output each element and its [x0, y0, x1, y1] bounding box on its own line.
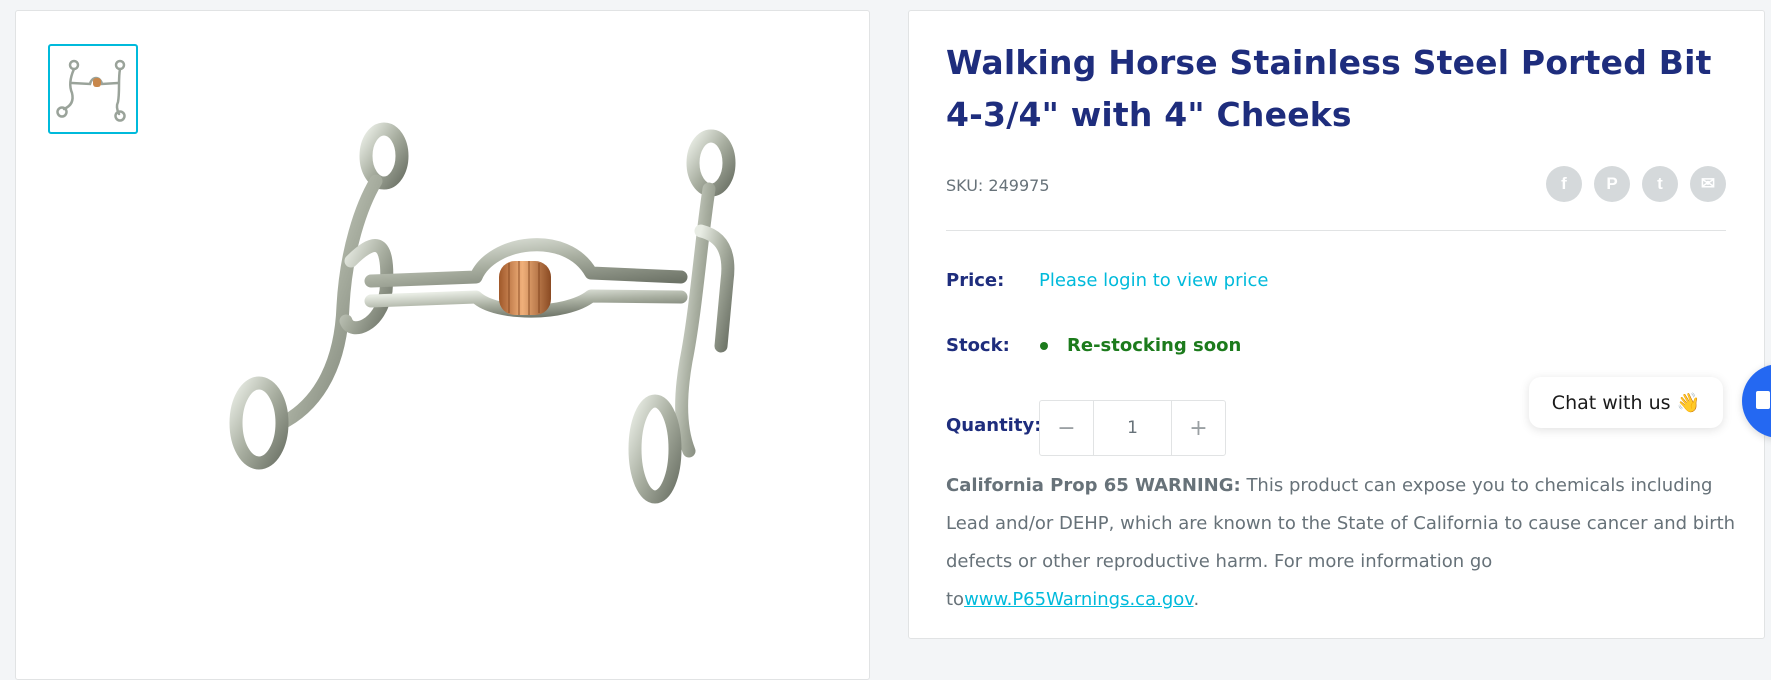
sku-value: 249975 — [988, 176, 1050, 195]
product-main-image — [211, 111, 851, 571]
price-label: Price: — [946, 270, 1005, 291]
quantity-label: Quantity: — [946, 415, 1042, 436]
stock-status-dot — [1040, 342, 1048, 350]
horse-bit-image — [229, 122, 736, 504]
chat-icon — [1756, 391, 1770, 409]
stock-label: Stock: — [946, 335, 1010, 356]
product-gallery — [15, 10, 870, 680]
email-icon[interactable]: ✉ — [1690, 166, 1726, 202]
divider — [946, 230, 1726, 231]
product-sku: SKU: 249975 — [946, 176, 1050, 195]
warning-suffix: . — [1193, 589, 1200, 610]
thumbnail-image — [56, 59, 126, 122]
p65-warnings-link[interactable]: www.P65Warnings.ca.gov — [964, 589, 1193, 610]
sku-label: SKU: — [946, 176, 984, 195]
share-buttons: f P t ✉ — [1546, 166, 1726, 202]
wave-icon: 👋 — [1676, 392, 1701, 414]
pinterest-icon[interactable]: P — [1594, 166, 1630, 202]
login-price-link[interactable]: Please login to view price — [1039, 270, 1268, 291]
quantity-decrease-button[interactable]: − — [1040, 401, 1093, 455]
prop65-warning: California Prop 65 WARNING: This product… — [946, 467, 1736, 619]
gallery-thumbnail[interactable] — [48, 44, 138, 134]
chat-bubble[interactable]: Chat with us 👋 — [1529, 377, 1723, 428]
twitter-icon[interactable]: t — [1642, 166, 1678, 202]
quantity-increase-button[interactable]: + — [1172, 401, 1225, 455]
quantity-input[interactable]: 1 — [1093, 401, 1172, 455]
facebook-icon[interactable]: f — [1546, 166, 1582, 202]
warning-heading: California Prop 65 WARNING: — [946, 475, 1241, 496]
stock-status: Re-stocking soon — [1067, 335, 1242, 356]
quantity-stepper: − 1 + — [1039, 400, 1226, 456]
product-info: Walking Horse Stainless Steel Ported Bit… — [908, 10, 1765, 639]
product-title: Walking Horse Stainless Steel Ported Bit… — [946, 43, 1712, 134]
chat-label: Chat with us — [1551, 391, 1671, 414]
